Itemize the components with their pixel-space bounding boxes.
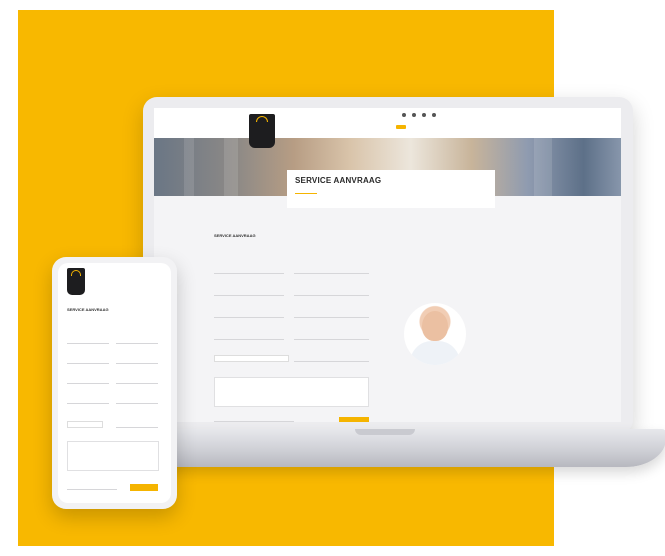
street-field[interactable] [214,317,284,318]
topbar [372,113,436,117]
phone-message-textarea[interactable] [67,441,159,471]
phone-page-title: SERVICE AANVRAAG [67,307,109,312]
phone-upload-field[interactable] [67,489,117,490]
phone-city-field[interactable] [116,403,158,404]
laptop-notch [355,429,415,435]
site-logo[interactable] [249,114,275,148]
employee-shirt [410,341,460,365]
title-underline [295,193,317,194]
hero-photo-detail [534,138,552,196]
submit-button[interactable] [339,417,369,422]
phone-submit-button[interactable] [130,484,158,491]
phone-field[interactable] [294,295,369,296]
house-number-field[interactable] [294,317,369,318]
upload-field[interactable] [214,421,294,422]
house-roof-icon [256,116,268,122]
email-field[interactable] [214,295,284,296]
phone-screen: SERVICE AANVRAAG [58,263,171,503]
phone-postcode-field[interactable] [67,403,109,404]
postcode-field[interactable] [214,339,284,340]
facebook-icon[interactable] [402,113,406,117]
youtube-icon[interactable] [432,113,436,117]
instagram-icon[interactable] [422,113,426,117]
phone-email-field[interactable] [67,363,109,364]
form-title: SERVICE AANVRAAG [214,233,256,238]
main-nav [368,125,406,129]
phone-site-logo[interactable] [67,268,85,295]
message-textarea[interactable] [214,377,369,407]
hero-title-box: SERVICE AANVRAAG [287,170,495,208]
last-name-field[interactable] [294,273,369,274]
phone-last-name-field[interactable] [116,343,158,344]
phone-street-field[interactable] [67,383,109,384]
hero-photo-detail [224,138,238,196]
service-form: SERVICE AANVRAAG [214,233,379,422]
first-name-field[interactable] [214,273,284,274]
phone-product-select[interactable] [67,421,103,428]
phone-extra-field[interactable] [116,427,158,428]
phone-phone-field[interactable] [116,363,158,364]
extra-field[interactable] [294,361,369,362]
nav-cta-button[interactable] [396,125,406,129]
linkedin-icon[interactable] [412,113,416,117]
site-header [154,108,621,138]
product-select[interactable] [214,355,289,362]
house-roof-icon [71,270,81,276]
phone-house-number-field[interactable] [116,383,158,384]
page-title: SERVICE AANVRAAG [295,176,382,185]
employee-head [422,311,448,341]
laptop-screen: SERVICE AANVRAAG SERVICE AANVRAAG [154,108,621,422]
city-field[interactable] [294,339,369,340]
employee-photo [404,303,466,365]
hero-photo-detail [184,138,194,196]
phone-first-name-field[interactable] [67,343,109,344]
